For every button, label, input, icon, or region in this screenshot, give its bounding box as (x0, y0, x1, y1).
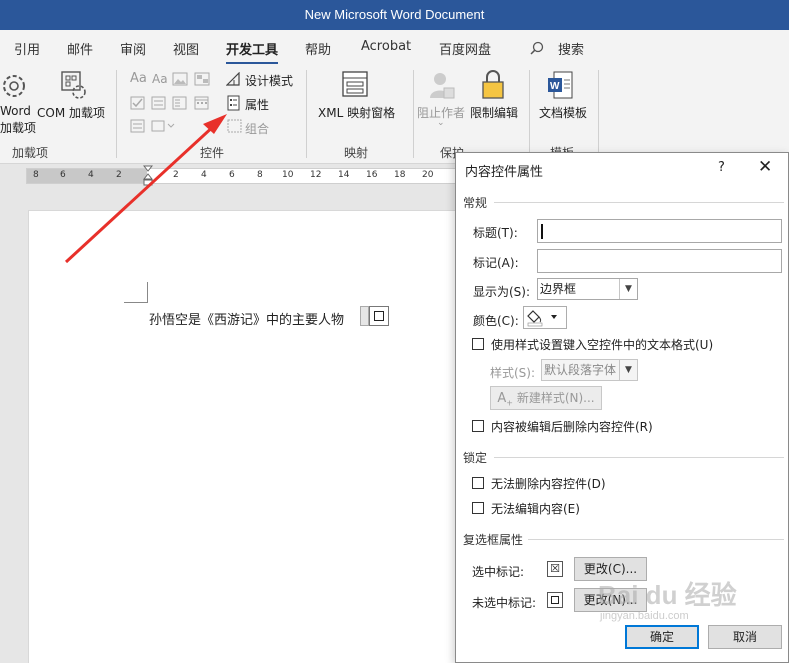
show-as-value: 边界框 (540, 282, 577, 296)
new-style-button[interactable]: A+ 新建样式(N)... (490, 386, 602, 410)
chevron-down-icon[interactable]: ▼ (619, 360, 637, 380)
cannot-delete-label: 无法删除内容控件(D) (491, 477, 606, 491)
chevron-down-icon[interactable]: ▼ (619, 279, 637, 299)
ok-button[interactable]: 确定 (625, 625, 699, 649)
new-style-icon: A (497, 391, 507, 406)
show-as-label: 显示为(S): (473, 285, 531, 299)
title-field-label: 标题(T): (473, 226, 518, 240)
baidu-watermark: Bai du 经验 (598, 580, 737, 610)
checked-symbol-label: 选中标记: (472, 565, 525, 579)
section-divider (528, 539, 784, 540)
cannot-edit-checkbox[interactable] (472, 502, 484, 514)
checkbox-properties-section-label: 复选框属性 (463, 533, 524, 547)
style-select[interactable]: 默认段落字体 ▼ (541, 359, 638, 381)
color-picker-button[interactable] (523, 306, 567, 329)
dialog-title: 内容控件属性 (465, 165, 544, 180)
checked-symbol-preview: ☒ (547, 561, 563, 577)
style-label: 样式(S): (490, 366, 536, 380)
unchecked-symbol-label: 未选中标记: (472, 596, 537, 610)
cannot-edit-label: 无法编辑内容(E) (491, 502, 580, 516)
unchecked-symbol-preview (547, 592, 563, 608)
help-button[interactable]: ? (718, 160, 725, 175)
title-field[interactable] (537, 219, 782, 243)
use-style-label: 使用样式设置键入空控件中的文本格式(U) (491, 338, 714, 352)
remove-control-checkbox[interactable] (472, 420, 484, 432)
color-label: 颜色(C): (473, 314, 519, 328)
word-window: New Microsoft Word Document 引用 邮件 审阅 视图 … (0, 0, 789, 663)
tag-field[interactable] (537, 249, 782, 273)
locking-section-label: 锁定 (463, 451, 488, 465)
section-divider (494, 457, 784, 458)
text-caret (541, 224, 543, 239)
remove-control-label: 内容被编辑后删除内容控件(R) (491, 420, 653, 434)
show-as-select[interactable]: 边界框 ▼ (537, 278, 638, 300)
new-style-label: 新建样式(N)... (516, 391, 595, 405)
general-section-label: 常规 (463, 196, 488, 210)
close-icon[interactable]: ✕ (758, 157, 772, 177)
paint-bucket-icon (527, 310, 557, 327)
cannot-delete-checkbox[interactable] (472, 477, 484, 489)
cancel-button[interactable]: 取消 (708, 625, 782, 649)
section-divider (494, 202, 784, 203)
style-value: 默认段落字体 (544, 363, 617, 377)
tag-field-label: 标记(A): (473, 256, 519, 270)
use-style-checkbox[interactable] (472, 338, 484, 350)
baidu-watermark-url: jingyan.baidu.com (600, 610, 689, 622)
unchecked-box-glyph (551, 596, 559, 604)
